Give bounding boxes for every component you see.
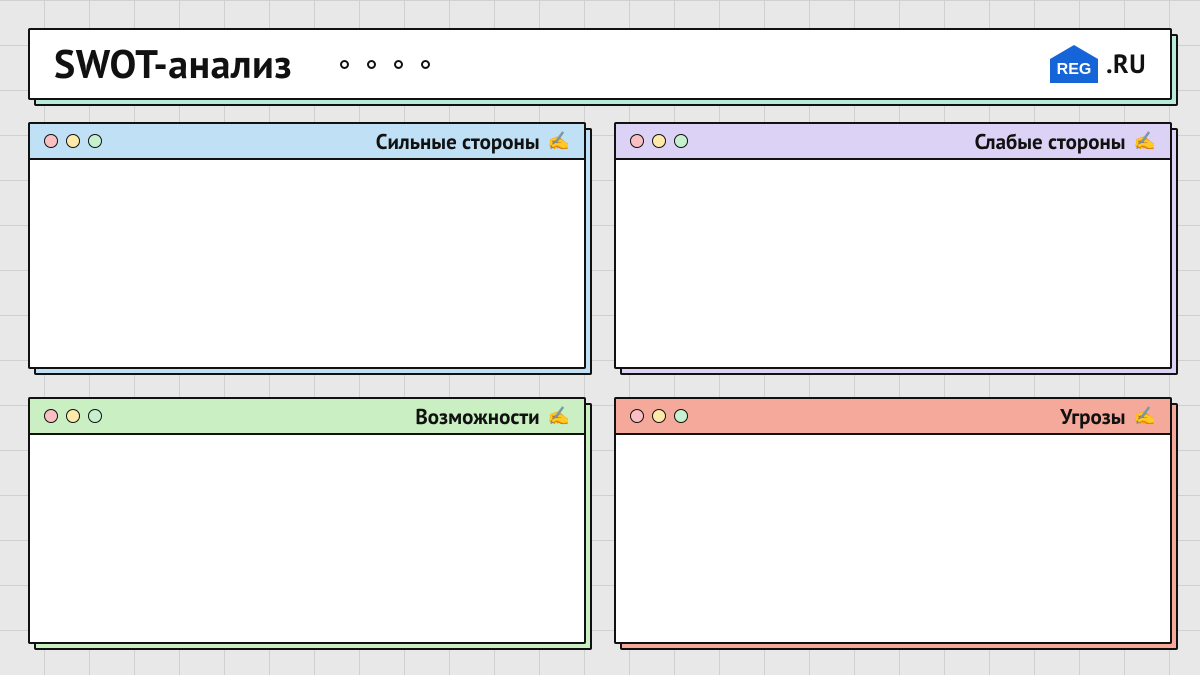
reg-ru-logo: REG .RU: [1046, 43, 1146, 85]
panel-title: Слабые стороны ✍: [975, 128, 1156, 155]
panel-body[interactable]: [616, 435, 1170, 642]
logo-box-text: REG: [1057, 61, 1092, 78]
close-dot-icon: [44, 409, 58, 423]
maximize-dot-icon: [674, 134, 688, 148]
header: SWOT-анализ REG .RU: [28, 28, 1172, 100]
panel-title-text: Угрозы: [1060, 403, 1125, 430]
panel-titlebar: Угрозы ✍: [616, 399, 1170, 435]
panel-frame: Угрозы ✍: [614, 397, 1172, 644]
maximize-dot-icon: [674, 409, 688, 423]
minimize-dot-icon: [652, 134, 666, 148]
maximize-dot-icon: [88, 134, 102, 148]
panel-titlebar: Сильные стороны ✍: [30, 124, 584, 160]
edit-icon[interactable]: ✍: [548, 132, 570, 150]
edit-icon[interactable]: ✍: [1134, 132, 1156, 150]
traffic-lights: [630, 409, 688, 423]
close-dot-icon: [630, 409, 644, 423]
close-dot-icon: [630, 134, 644, 148]
swot-grid: Сильные стороны ✍ Слабые стороны ✍: [28, 122, 1172, 644]
house-icon: REG: [1046, 43, 1102, 85]
panel-title: Сильные стороны ✍: [376, 128, 570, 155]
decorative-dots: [340, 60, 430, 69]
panel-frame: Сильные стороны ✍: [28, 122, 586, 369]
traffic-lights: [630, 134, 688, 148]
panel-frame: Возможности ✍: [28, 397, 586, 644]
panel-opportunities: Возможности ✍: [28, 397, 586, 644]
page-title: SWOT-анализ: [54, 38, 292, 90]
panel-title: Угрозы ✍: [1060, 403, 1156, 430]
panel-frame: Слабые стороны ✍: [614, 122, 1172, 369]
traffic-lights: [44, 409, 102, 423]
logo-suffix-text: .RU: [1106, 48, 1146, 81]
maximize-dot-icon: [88, 409, 102, 423]
panel-titlebar: Слабые стороны ✍: [616, 124, 1170, 160]
panel-title: Возможности ✍: [415, 403, 570, 430]
minimize-dot-icon: [66, 409, 80, 423]
panel-body[interactable]: [30, 160, 584, 367]
panel-body[interactable]: [616, 160, 1170, 367]
edit-icon[interactable]: ✍: [548, 407, 570, 425]
panel-title-text: Возможности: [415, 403, 539, 430]
panel-strengths: Сильные стороны ✍: [28, 122, 586, 369]
traffic-lights: [44, 134, 102, 148]
panel-weaknesses: Слабые стороны ✍: [614, 122, 1172, 369]
panel-title-text: Сильные стороны: [376, 128, 540, 155]
close-dot-icon: [44, 134, 58, 148]
panel-body[interactable]: [30, 435, 584, 642]
header-card: SWOT-анализ REG .RU: [28, 28, 1172, 100]
panel-threats: Угрозы ✍: [614, 397, 1172, 644]
panel-title-text: Слабые стороны: [975, 128, 1126, 155]
minimize-dot-icon: [66, 134, 80, 148]
panel-titlebar: Возможности ✍: [30, 399, 584, 435]
edit-icon[interactable]: ✍: [1134, 407, 1156, 425]
minimize-dot-icon: [652, 409, 666, 423]
